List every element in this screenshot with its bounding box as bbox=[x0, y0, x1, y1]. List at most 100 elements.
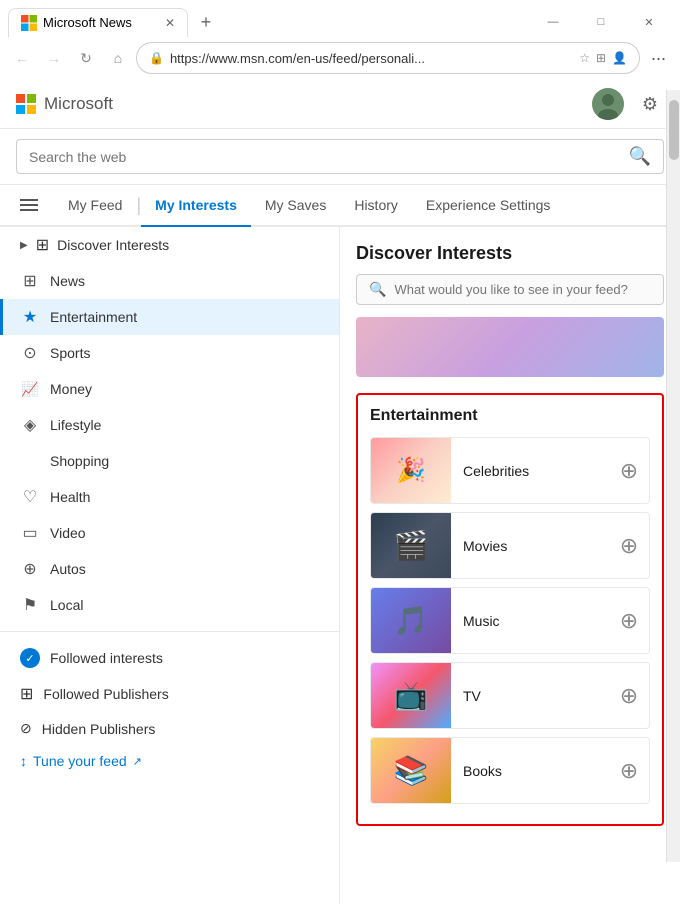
address-bar[interactable]: 🔒 https://www.msn.com/en-us/feed/persona… bbox=[136, 42, 640, 74]
tab-my-feed[interactable]: My Feed bbox=[54, 185, 136, 225]
hidden-publishers-label: Hidden Publishers bbox=[42, 721, 156, 737]
discover-search-input[interactable] bbox=[394, 282, 651, 297]
user-avatar[interactable] bbox=[592, 88, 624, 120]
movies-image: 🎬 bbox=[371, 513, 451, 578]
hamburger-menu-button[interactable] bbox=[16, 195, 42, 215]
tab-history[interactable]: History bbox=[340, 185, 412, 225]
ms-square-red bbox=[16, 94, 25, 103]
add-tv-button[interactable]: ⊕ bbox=[609, 676, 649, 716]
music-label: Music bbox=[451, 613, 609, 629]
sidebar-item-lifestyle[interactable]: ◈ Lifestyle bbox=[0, 407, 339, 443]
autos-icon: ⊕ bbox=[20, 559, 40, 579]
add-movies-button[interactable]: ⊕ bbox=[609, 526, 649, 566]
brand-name: Microsoft bbox=[44, 94, 113, 114]
discover-search-icon: 🔍 bbox=[369, 281, 386, 298]
movies-label: Movies bbox=[451, 538, 609, 554]
browser-tab[interactable]: Microsoft News ✕ bbox=[8, 8, 188, 37]
browser-chrome: Microsoft News ✕ + — □ ✕ ← → ↻ ⌂ 🔒 https… bbox=[0, 0, 680, 80]
sidebar-item-followed-interests[interactable]: ✓ Followed interests bbox=[0, 640, 339, 676]
sidebar-entertainment-label: Entertainment bbox=[50, 309, 323, 325]
refresh-button[interactable]: ↻ bbox=[72, 44, 100, 72]
tab-title: Microsoft News bbox=[43, 15, 132, 30]
add-books-button[interactable]: ⊕ bbox=[609, 751, 649, 791]
local-icon: ⚑ bbox=[20, 595, 40, 615]
news-icon: ⊞ bbox=[20, 271, 40, 291]
tv-label: TV bbox=[451, 688, 609, 704]
ms-square-green bbox=[27, 94, 36, 103]
browser-controls: ← → ↻ ⌂ 🔒 https://www.msn.com/en-us/feed… bbox=[0, 38, 680, 80]
sidebar-video-label: Video bbox=[50, 525, 323, 541]
sidebar-item-health[interactable]: ♡ Health bbox=[0, 479, 339, 515]
app-header: Microsoft ⚙ bbox=[0, 80, 680, 129]
home-button[interactable]: ⌂ bbox=[104, 44, 132, 72]
browser-menu-button[interactable]: ··· bbox=[644, 44, 672, 72]
scrollbar[interactable] bbox=[666, 227, 680, 862]
interest-card-music: 🎵 Music ⊕ bbox=[370, 587, 650, 654]
back-button[interactable]: ← bbox=[8, 44, 36, 72]
discover-icon: ⊞ bbox=[36, 235, 49, 255]
tab-close-button[interactable]: ✕ bbox=[165, 16, 175, 30]
right-content: Discover Interests 🔍 Entertainment 🎉 Cel… bbox=[340, 227, 680, 904]
entertainment-section: Entertainment 🎉 Celebrities ⊕ 🎬 Movies ⊕… bbox=[356, 393, 664, 826]
tune-feed-link[interactable]: ↕ Tune your feed ↗ bbox=[0, 745, 339, 777]
discover-image-strip bbox=[356, 317, 664, 377]
new-tab-button[interactable]: + bbox=[192, 8, 220, 36]
sidebar-health-label: Health bbox=[50, 489, 323, 505]
books-image: 📚 bbox=[371, 738, 451, 803]
sidebar-divider bbox=[0, 631, 339, 632]
shopping-icon bbox=[20, 451, 40, 471]
sidebar-item-hidden-publishers[interactable]: ⊘ Hidden Publishers bbox=[0, 712, 339, 745]
settings-icon[interactable]: ⚙ bbox=[636, 90, 664, 118]
lock-icon: 🔒 bbox=[149, 51, 164, 65]
sidebar-item-entertainment[interactable]: ★ Entertainment bbox=[0, 299, 339, 335]
browser-title-bar: Microsoft News ✕ + — □ ✕ bbox=[0, 0, 680, 38]
search-input-wrap[interactable]: 🔍 bbox=[16, 139, 664, 174]
tab-favicon bbox=[21, 15, 37, 31]
sidebar-item-news[interactable]: ⊞ News bbox=[0, 263, 339, 299]
add-music-button[interactable]: ⊕ bbox=[609, 601, 649, 641]
sidebar-autos-label: Autos bbox=[50, 561, 323, 577]
discover-interests-header[interactable]: ▶ ⊞ Discover Interests bbox=[0, 227, 339, 263]
tab-my-interests[interactable]: My Interests bbox=[141, 185, 251, 227]
entertainment-section-title: Entertainment bbox=[370, 407, 650, 425]
sidebar-money-label: Money bbox=[50, 381, 323, 397]
sidebar-item-shopping[interactable]: Shopping bbox=[0, 443, 339, 479]
sidebar-item-money[interactable]: 📈 Money bbox=[0, 371, 339, 407]
collection-icon[interactable]: ⊞ bbox=[596, 51, 606, 65]
sidebar-local-label: Local bbox=[50, 597, 323, 613]
add-celebrities-button[interactable]: ⊕ bbox=[609, 451, 649, 491]
sidebar-item-followed-publishers[interactable]: ⊞ Followed Publishers bbox=[0, 676, 339, 712]
followed-interests-label: Followed interests bbox=[50, 650, 163, 666]
sidebar-item-local[interactable]: ⚑ Local bbox=[0, 587, 339, 623]
tab-experience-settings[interactable]: Experience Settings bbox=[412, 185, 565, 225]
window-controls: — □ ✕ bbox=[530, 6, 672, 38]
interest-card-books: 📚 Books ⊕ bbox=[370, 737, 650, 804]
sidebar-item-sports[interactable]: ⊙ Sports bbox=[0, 335, 339, 371]
celebrities-label: Celebrities bbox=[451, 463, 609, 479]
maximize-button[interactable]: □ bbox=[578, 6, 624, 38]
entertainment-icon: ★ bbox=[20, 307, 40, 327]
sidebar-item-video[interactable]: ▭ Video bbox=[0, 515, 339, 551]
minimize-button[interactable]: — bbox=[530, 6, 576, 38]
discover-search[interactable]: 🔍 bbox=[356, 274, 664, 305]
interest-card-celebrities: 🎉 Celebrities ⊕ bbox=[370, 437, 650, 504]
close-button[interactable]: ✕ bbox=[626, 6, 672, 38]
star-icon[interactable]: ☆ bbox=[579, 51, 590, 65]
search-bar: 🔍 bbox=[0, 129, 680, 185]
tv-image: 📺 bbox=[371, 663, 451, 728]
interest-card-tv: 📺 TV ⊕ bbox=[370, 662, 650, 729]
sidebar-item-autos[interactable]: ⊕ Autos bbox=[0, 551, 339, 587]
lifestyle-icon: ◈ bbox=[20, 415, 40, 435]
forward-button[interactable]: → bbox=[40, 44, 68, 72]
tab-my-saves[interactable]: My Saves bbox=[251, 185, 340, 225]
profile-icon[interactable]: 👤 bbox=[612, 51, 627, 65]
followed-interests-icon: ✓ bbox=[20, 648, 40, 668]
followed-publishers-label: Followed Publishers bbox=[43, 686, 168, 702]
search-input[interactable] bbox=[29, 149, 621, 165]
nav-tabs: My Feed | My Interests My Saves History … bbox=[0, 185, 680, 227]
celebrities-image: 🎉 bbox=[371, 438, 451, 503]
sports-icon: ⊙ bbox=[20, 343, 40, 363]
health-icon: ♡ bbox=[20, 487, 40, 507]
search-button[interactable]: 🔍 bbox=[629, 146, 651, 167]
hidden-publishers-icon: ⊘ bbox=[20, 720, 32, 737]
